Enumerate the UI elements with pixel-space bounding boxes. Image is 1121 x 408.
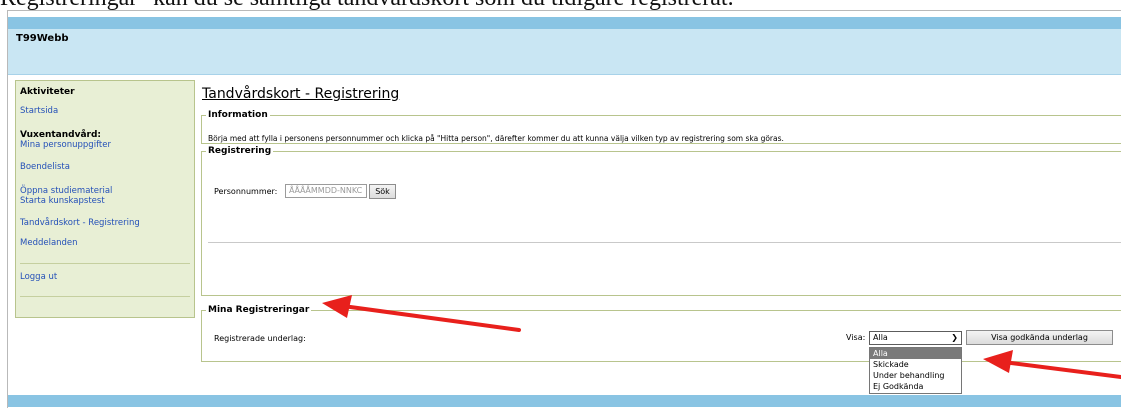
arrow-to-visa-dropdown [983, 350, 1121, 379]
annotation-arrows [322, 295, 1121, 379]
arrow-to-mina-registreringar [322, 295, 521, 332]
